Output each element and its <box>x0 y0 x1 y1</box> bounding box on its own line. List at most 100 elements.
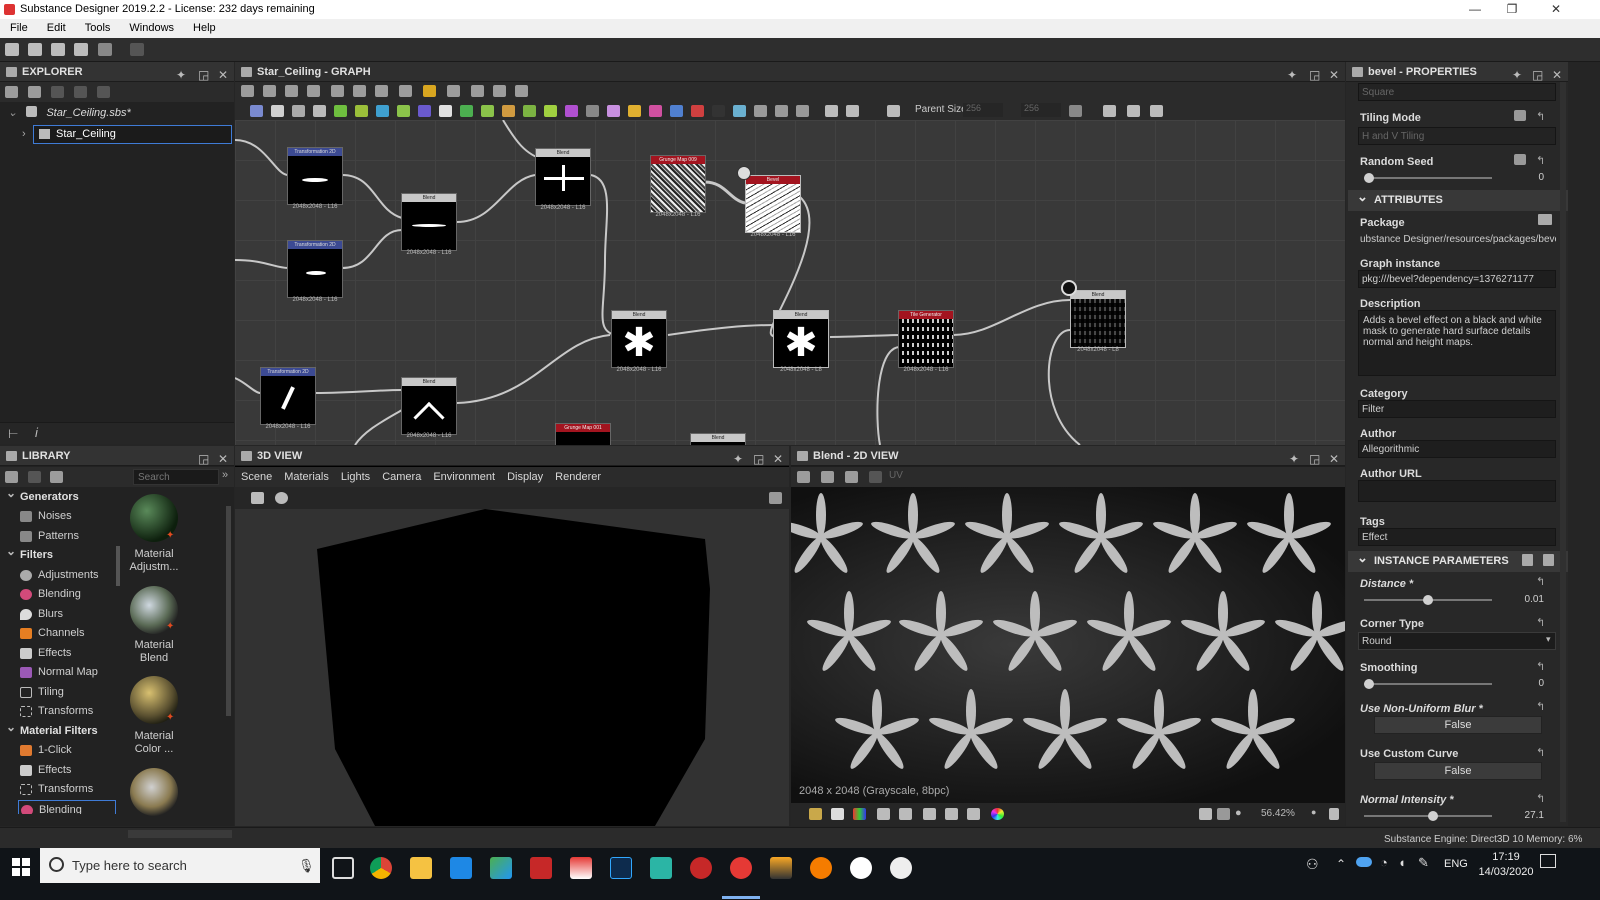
corner-reset-icon[interactable]: ↰ <box>1536 616 1545 629</box>
normal-intensity-value[interactable]: 27.1 <box>1484 810 1544 821</box>
settings-icon[interactable] <box>97 86 110 98</box>
info-icon[interactable]: i <box>35 425 38 440</box>
menu-renderer[interactable]: Renderer <box>555 471 601 483</box>
tiling-mode-select[interactable]: H and V Tiling <box>1358 127 1556 145</box>
slider-knob[interactable] <box>1364 679 1374 689</box>
directional-warp-icon[interactable] <box>397 105 410 117</box>
channels-node-icon[interactable] <box>355 105 368 117</box>
camera-icon[interactable] <box>285 85 298 97</box>
unreal-icon[interactable] <box>850 857 872 879</box>
close-panel-icon[interactable]: ✕ <box>1329 65 1339 85</box>
fit-icon[interactable] <box>1199 808 1212 820</box>
menu-display[interactable]: Display <box>507 471 543 483</box>
library-item-transforms-2[interactable]: Transforms <box>20 780 93 799</box>
open-icon[interactable] <box>51 43 65 56</box>
shuffle-icon[interactable] <box>628 105 641 117</box>
preset-menu-icon[interactable] <box>1543 554 1554 566</box>
curve-reset-icon[interactable]: ↰ <box>1536 746 1545 759</box>
volume-icon[interactable]: ◖ <box>1398 855 1406 870</box>
distance-icon[interactable] <box>418 105 431 117</box>
instance-parameters-section[interactable]: INSTANCE PARAMETERS <box>1348 547 1568 572</box>
library-tree-scrollbar[interactable] <box>116 546 120 586</box>
library-item-effects-2[interactable]: Effects <box>20 761 71 780</box>
align-icon[interactable] <box>353 85 366 97</box>
slider-knob[interactable] <box>1423 595 1433 605</box>
frame-icon[interactable] <box>241 85 254 97</box>
pin-icon[interactable]: ✦ <box>1287 65 1297 85</box>
uniform-color-icon[interactable] <box>292 105 305 117</box>
checker-icon[interactable] <box>831 808 844 820</box>
undo-icon[interactable] <box>98 43 112 56</box>
author-url-field[interactable] <box>1358 480 1556 502</box>
library-item-transforms[interactable]: Transforms <box>20 702 93 721</box>
gradient-map-icon[interactable] <box>481 105 494 117</box>
pin-icon[interactable]: ✦ <box>1512 65 1522 85</box>
library-item-normal-map[interactable]: Normal Map <box>20 663 98 682</box>
graph-node-transformation-2[interactable]: Transformation 2D <box>287 240 343 298</box>
levels-icon[interactable] <box>544 105 557 117</box>
corner-type-select[interactable]: Round <box>1358 632 1556 650</box>
library-item-noises[interactable]: Noises <box>20 507 72 526</box>
graph-canvas[interactable]: Transformation 2D 2048x2048 - L16 Transf… <box>235 120 1345 445</box>
random-seed-slider[interactable] <box>1364 173 1492 183</box>
dot-node-icon[interactable] <box>796 105 809 117</box>
intensity-reset-icon[interactable]: ↰ <box>1536 792 1545 805</box>
distance-slider[interactable] <box>1364 595 1492 605</box>
tray-chevron-icon[interactable]: ⌃ <box>1336 857 1346 871</box>
pen-icon[interactable]: ✎ <box>1418 855 1429 871</box>
library-cat-material-filters[interactable]: Material Filters <box>4 718 98 741</box>
grayscale-icon[interactable] <box>502 105 515 117</box>
package-row[interactable]: ⌄ Star_Ceiling.sbs* <box>8 106 131 119</box>
tree-view-icon[interactable]: ⊢ <box>8 427 18 441</box>
graph-node-blend-6[interactable]: Blend <box>1070 290 1126 348</box>
graph-node-grunge-map-009[interactable]: Grunge Map 009 <box>650 155 706 213</box>
float-icon[interactable]: ◲ <box>198 449 209 469</box>
menu-lights[interactable]: Lights <box>341 471 370 483</box>
task-view-icon[interactable] <box>332 857 354 879</box>
emboss-icon[interactable] <box>439 105 452 117</box>
float-icon[interactable]: ◲ <box>1309 449 1320 469</box>
link-icon[interactable] <box>423 85 436 97</box>
horizontal-align-icon[interactable] <box>1103 105 1116 117</box>
graph-node-blend-7[interactable]: Blend <box>690 433 746 445</box>
language-indicator[interactable]: ENG <box>1444 858 1468 870</box>
menu-materials[interactable]: Materials <box>284 471 329 483</box>
menu-help[interactable]: Help <box>183 19 225 34</box>
redo-icon[interactable] <box>130 43 144 56</box>
mail-icon[interactable] <box>450 857 472 879</box>
rotate-icon[interactable] <box>471 85 484 97</box>
pin-icon[interactable]: ✦ <box>733 449 743 469</box>
color-wheel-icon[interactable] <box>991 808 1004 820</box>
menu-file[interactable]: File <box>0 19 37 34</box>
file-explorer-icon[interactable] <box>410 857 432 879</box>
library-cat-generators[interactable]: Generators <box>4 488 79 507</box>
graph-node-transformation-3[interactable]: Transformation 2D <box>260 367 316 425</box>
zoom-level[interactable]: 56.42% <box>1261 808 1295 819</box>
smoothing-reset-icon[interactable]: ↰ <box>1536 660 1545 673</box>
smoothing-slider[interactable] <box>1364 679 1492 689</box>
channels-icon[interactable] <box>853 808 866 820</box>
view-icon[interactable] <box>797 471 810 483</box>
blur-reset-icon[interactable]: ↰ <box>1536 700 1545 713</box>
drive-icon[interactable] <box>490 857 512 879</box>
zoom-out-icon[interactable]: ● <box>1235 807 1242 819</box>
close-button[interactable]: ✕ <box>1536 0 1576 19</box>
anchor-icon[interactable] <box>887 105 900 117</box>
library-item-adjustments[interactable]: Adjustments <box>20 566 99 585</box>
input-icon[interactable] <box>733 105 746 117</box>
properties-scrollbar[interactable] <box>1560 82 1566 822</box>
fxmap-icon[interactable] <box>460 105 473 117</box>
lock-icon[interactable] <box>1329 808 1339 820</box>
publish-icon[interactable] <box>51 86 64 98</box>
graph-item-star-ceiling[interactable]: › Star_Ceiling <box>22 125 232 144</box>
menu-scene[interactable]: Scene <box>241 471 272 483</box>
pin-node-icon[interactable] <box>846 105 859 117</box>
3dsmax-icon[interactable] <box>650 857 672 879</box>
zoom-in-icon[interactable]: ● <box>1311 807 1316 817</box>
grid-icon[interactable] <box>877 808 890 820</box>
graph-node-bevel[interactable]: Bevel <box>745 175 801 233</box>
parent-size-width-select[interactable]: 256 <box>963 103 1003 117</box>
paint-icon[interactable] <box>570 857 592 879</box>
library-item-tiling[interactable]: Tiling <box>20 683 64 702</box>
comment-icon[interactable] <box>399 85 412 97</box>
